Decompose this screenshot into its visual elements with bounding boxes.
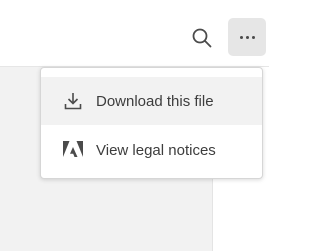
more-options-menu: Download this file View legal notices <box>40 67 263 179</box>
menu-item-download[interactable]: Download this file <box>41 77 262 125</box>
download-icon <box>63 91 83 111</box>
more-options-icon <box>239 35 255 39</box>
menu-item-download-label: Download this file <box>96 92 214 110</box>
search-button[interactable] <box>186 22 218 54</box>
more-options-button[interactable] <box>228 18 266 56</box>
menu-item-legal-notices[interactable]: View legal notices <box>41 126 262 174</box>
adobe-logo-icon <box>63 140 83 160</box>
menu-item-legal-notices-label: View legal notices <box>96 141 216 159</box>
search-icon <box>192 28 212 48</box>
top-toolbar <box>0 0 269 67</box>
